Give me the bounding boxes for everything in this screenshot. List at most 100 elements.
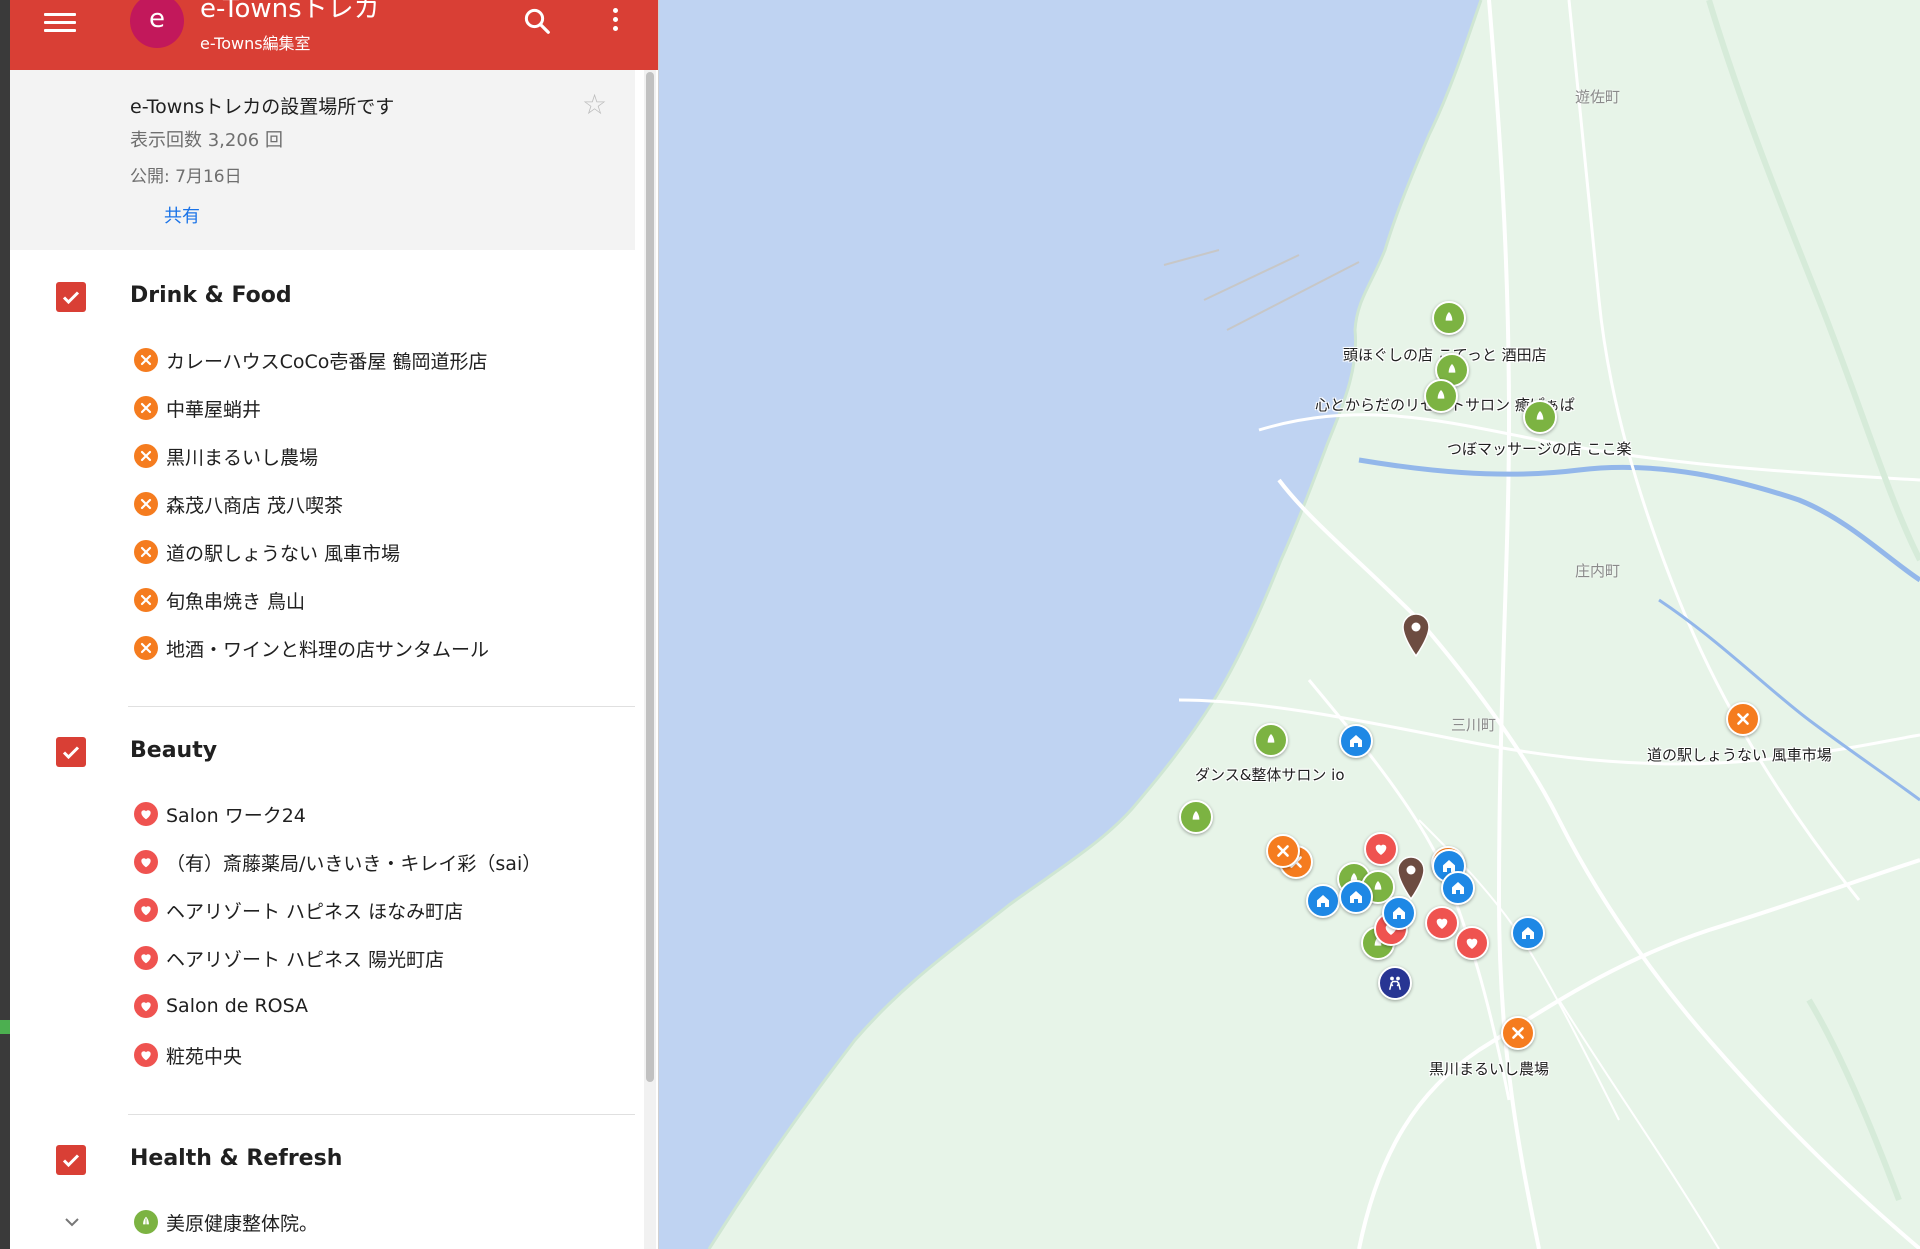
town-label-shonai: 庄内町 [1575,562,1621,580]
layer-divider [128,1114,635,1115]
search-icon[interactable] [522,6,552,36]
layer-divider [128,706,635,707]
place-label[interactable]: ダンス&整体サロン io [1195,764,1345,785]
layer-checkbox-health-refresh[interactable] [56,1145,86,1175]
published-date: 公開: 7月16日 [130,167,242,187]
list-item[interactable]: 森茂八商店 茂八喫茶 [134,488,343,520]
app-header: e e-Townsトレカ e-Towns編集室 [10,0,658,70]
list-item[interactable]: 黒川まるいし農場 [134,440,318,472]
fork-knife-icon [134,492,158,516]
checkmark-icon [62,746,80,760]
house-icon [1350,735,1362,747]
list-item-label: 地酒・ワインと料理の店サンタムール [166,638,490,661]
window-edge [0,0,10,1249]
checkmark-icon [62,291,80,305]
heart-icon [134,850,158,874]
house-icon [1452,882,1464,894]
town-label-yuza: 遊佐町 [1575,88,1621,106]
map-marker-health[interactable] [1523,400,1557,434]
map-marker-beauty[interactable] [1455,926,1489,960]
heart-icon [134,1043,158,1067]
heart-icon [1375,844,1387,855]
map-marker-people[interactable] [1378,966,1412,1000]
leaf-icon [1536,411,1544,420]
checkmark-icon [62,1154,80,1168]
chevron-down-icon[interactable] [62,1212,82,1232]
map-marker-health[interactable] [1179,800,1213,834]
share-button[interactable]: 共有 [164,202,200,228]
layer-title-beauty[interactable]: Beauty [130,738,217,763]
place-label[interactable]: 黒川まるいし農場 [1429,1058,1549,1079]
house-icon [1393,907,1405,919]
list-item-label: Salon ワーク24 [166,804,306,827]
hamburger-menu-icon[interactable] [44,8,76,36]
map-marker-food[interactable] [1266,834,1300,868]
heart-icon [134,898,158,922]
list-item-label: ヘアリゾート ハピネス 陽光町店 [166,948,445,971]
list-item[interactable]: Salon ワーク24 [134,798,306,830]
leaf-icon [1445,312,1453,321]
list-item-label: （有）斎藤薬局/いきいき・キレイ彩（sai） [166,852,542,875]
list-item[interactable]: 粧苑中央 [134,1039,242,1071]
list-item[interactable]: ヘアリゾート ハピネス ほなみ町店 [134,894,463,926]
list-item[interactable]: 中華屋蛸井 [134,392,261,424]
scrollbar-thumb[interactable] [646,72,654,1082]
map-info-panel: e-Townsトレカの設置場所です 表示回数 3,206 回 公開: 7月16日… [10,70,635,250]
list-item-label: 黒川まるいし農場 [166,446,319,469]
window-edge-accent [0,1020,10,1034]
place-label[interactable]: 道の駅しょうない 風車市場 [1647,744,1832,765]
list-item[interactable]: 地酒・ワインと料理の店サンタムール [134,632,489,664]
house-icon [1350,891,1362,903]
map-marker-home[interactable] [1339,724,1373,758]
location-pin-icon[interactable] [1401,612,1431,662]
map-marker-health[interactable] [1432,301,1466,335]
people-icon [1389,976,1401,990]
more-vert-icon[interactable] [610,8,620,38]
list-item[interactable]: 道の駅しょうない 風車市場 [134,536,400,568]
list-item[interactable]: ヘアリゾート ハピネス 陽光町店 [134,942,444,974]
town-label-mikawa: 三川町 [1451,716,1497,734]
list-item[interactable]: 美原健康整体院。 [134,1206,318,1238]
list-item-label: 粧苑中央 [166,1045,243,1068]
map-marker-health[interactable] [1424,379,1458,413]
fork-knife-icon [1277,845,1289,857]
list-item[interactable]: 旬魚串焼き 鳥山 [134,584,305,616]
map-marker-home[interactable] [1339,880,1373,914]
map-marker-beauty[interactable] [1364,832,1398,866]
location-pin-icon[interactable] [1396,855,1426,905]
layer-title-drink-food[interactable]: Drink & Food [130,283,292,308]
layer-checkbox-beauty[interactable] [56,737,86,767]
map-author: e-Towns編集室 [200,34,311,53]
map-canvas[interactable]: 遊佐町 庄内町 三川町 頭ほぐしの店 こてっと 酒田店 心とからだのリセットサロ… [659,0,1920,1249]
map-marker-home[interactable] [1441,871,1475,905]
leaf-icon [1192,811,1200,820]
list-item-label: ヘアリゾート ハピネス ほなみ町店 [166,900,464,923]
heart-icon [1436,918,1448,929]
leaf-icon [1267,734,1275,743]
view-count: 表示回数 3,206 回 [130,130,283,151]
map-marker-home[interactable] [1511,916,1545,950]
fork-knife-icon [134,636,158,660]
map-marker-home[interactable] [1306,884,1340,918]
list-item-label: 美原健康整体院。 [166,1212,319,1235]
star-outline-icon[interactable]: ☆ [582,90,607,120]
avatar[interactable]: e [130,0,184,48]
fork-knife-icon [134,396,158,420]
fork-knife-icon [134,540,158,564]
map-marker-food[interactable] [1501,1016,1535,1050]
sidebar-scrollbar[interactable] [644,70,656,1249]
sea-area [659,0,1481,1249]
list-item-label: Salon de ROSA [166,995,309,1017]
list-item[interactable]: Salon de ROSA [134,990,308,1022]
place-label[interactable]: つぼマッサージの店 ここ楽 [1447,438,1631,459]
layer-title-health-refresh[interactable]: Health & Refresh [130,1146,342,1171]
map-marker-food[interactable] [1726,702,1760,736]
map-marker-beauty[interactable] [1425,906,1459,940]
map-sidebar: e e-Townsトレカ e-Towns編集室 e-Townsトレカの設置場所で… [10,0,659,1249]
map-marker-health[interactable] [1254,723,1288,757]
leaf-icon [134,1210,158,1234]
layer-checkbox-drink-food[interactable] [56,282,86,312]
list-item[interactable]: カレーハウスCoCo壱番屋 鶴岡道形店 [134,344,487,376]
list-item-label: 森茂八商店 茂八喫茶 [166,494,344,517]
list-item[interactable]: （有）斎藤薬局/いきいき・キレイ彩（sai） [134,846,541,878]
